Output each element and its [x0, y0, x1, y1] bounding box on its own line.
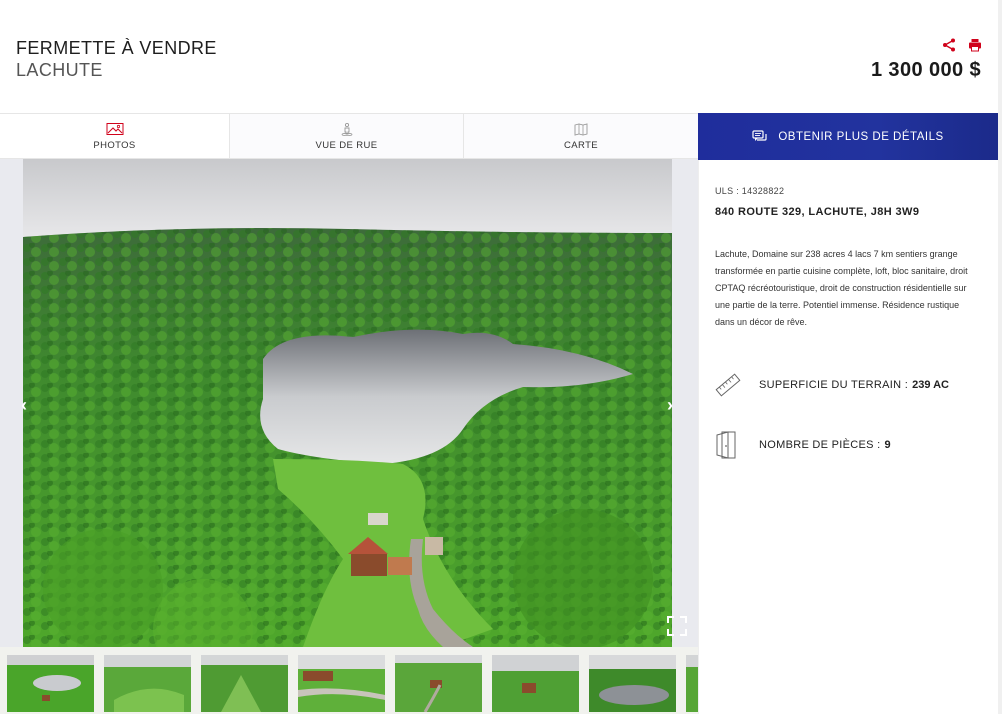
feature-lot-area: SUPERFICIE DU TERRAIN : 239 AC — [715, 370, 949, 400]
media-tabs: PHOTOS VUE DE RUE CARTE — [0, 113, 698, 159]
get-more-details-label: OBTENIR PLUS DE DÉTAILS — [778, 130, 944, 143]
tab-map-label: CARTE — [563, 139, 599, 151]
main-photo[interactable] — [23, 159, 672, 647]
thumbnail[interactable] — [298, 655, 385, 712]
listing-details: ULS : 14328822 840 ROUTE 329, LACHUTE, J… — [698, 160, 998, 714]
fullscreen-icon[interactable] — [666, 615, 688, 637]
listing-price: 1 300 000 $ — [870, 59, 981, 81]
get-more-details-button[interactable]: OBTENIR PLUS DE DÉTAILS — [698, 113, 998, 160]
thumbnail[interactable] — [201, 655, 288, 712]
ruler-icon — [715, 373, 741, 397]
image-icon — [106, 122, 123, 135]
uls-number: ULS : 14328822 — [715, 186, 785, 196]
right-scroll-gutter — [998, 0, 1002, 714]
feature-room-count-label: NOMBRE DE PIÈCES : — [759, 439, 881, 451]
header-actions — [942, 38, 982, 52]
photo-gallery: ‹ › — [0, 159, 698, 647]
tab-street-view-label: VUE DE RUE — [315, 139, 378, 151]
tab-map[interactable]: CARTE — [464, 114, 698, 158]
share-icon[interactable] — [942, 38, 956, 52]
feature-lot-area-label: SUPERFICIE DU TERRAIN : — [759, 379, 909, 391]
listing-header: FERMETTE À VENDRE LACHUTE 1 300 000 $ — [0, 0, 1002, 113]
tab-street-view[interactable]: VUE DE RUE — [230, 114, 464, 158]
listing-description: Lachute, Domaine sur 238 acres 4 lacs 7 … — [715, 249, 968, 327]
thumbnail[interactable] — [7, 655, 94, 712]
chat-icon — [752, 129, 767, 141]
feature-lot-area-value: 239 AC — [912, 379, 949, 391]
feature-room-count-value: 9 — [884, 439, 891, 451]
thumbnail[interactable] — [686, 655, 698, 712]
feature-room-count: NOMBRE DE PIÈCES : 9 — [715, 430, 891, 460]
street-view-icon — [341, 122, 352, 136]
chevron-left-icon[interactable]: ‹ — [16, 395, 32, 415]
print-icon[interactable] — [968, 38, 982, 52]
listing-city: LACHUTE — [16, 60, 103, 80]
thumbnail[interactable] — [492, 655, 579, 712]
tab-photos[interactable]: PHOTOS — [0, 114, 230, 158]
thumbnail-strip — [0, 647, 698, 714]
thumbnail[interactable] — [589, 655, 676, 712]
door-icon — [716, 431, 736, 459]
map-icon — [574, 122, 588, 136]
thumbnail[interactable] — [395, 655, 482, 712]
tab-photos-label: PHOTOS — [93, 139, 136, 151]
listing-title: FERMETTE À VENDRE — [16, 38, 217, 58]
aerial-property-photo — [23, 159, 672, 647]
thumbnail[interactable] — [104, 655, 191, 712]
listing-address: 840 ROUTE 329, LACHUTE, J8H 3W9 — [715, 206, 920, 218]
chevron-right-icon[interactable]: › — [662, 395, 678, 415]
